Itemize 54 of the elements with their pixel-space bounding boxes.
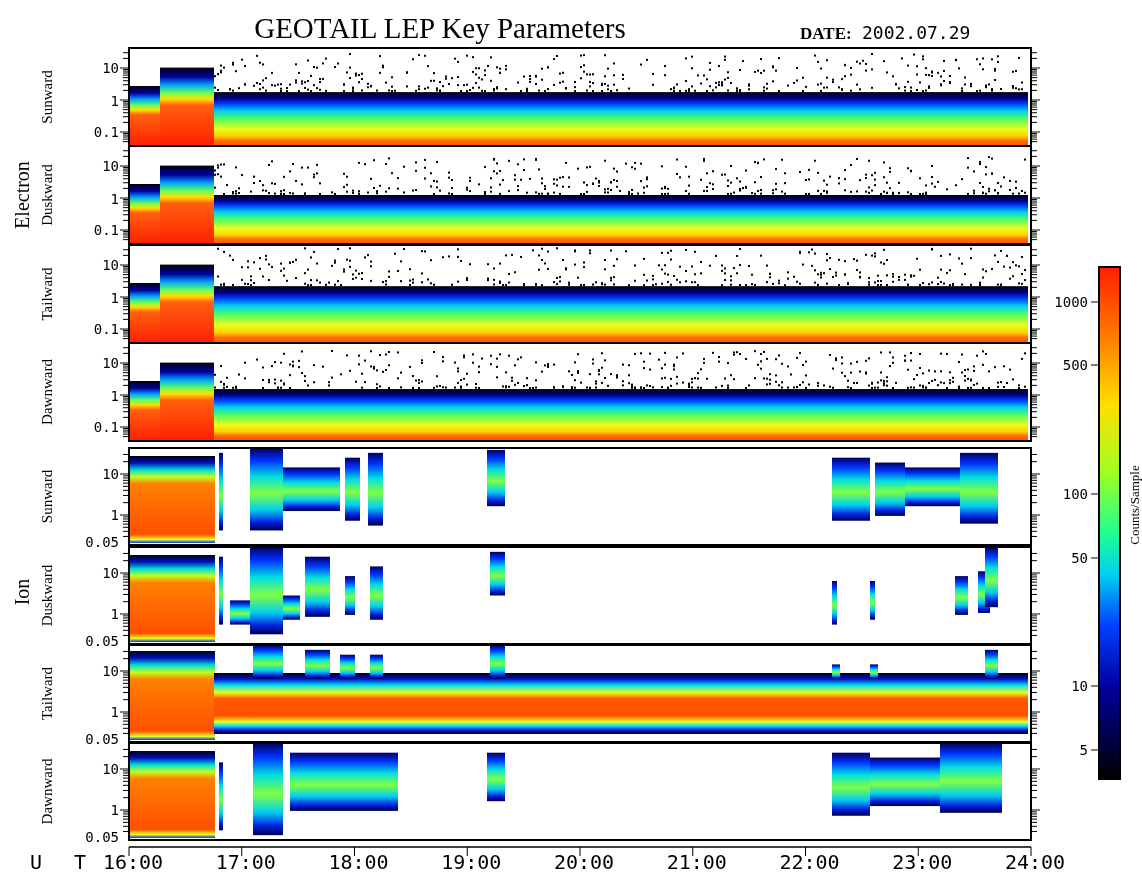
- axis-tick-label: 1: [110, 606, 119, 622]
- date-label: DATE:: [800, 24, 852, 43]
- axis-tick-label: 0.05: [85, 534, 119, 550]
- axis-tick-label: 10: [102, 158, 119, 174]
- axis-tick-label: 10: [102, 663, 119, 679]
- axis-tick-label: 1: [110, 290, 119, 306]
- colorbar-tick-label: 100: [1062, 486, 1088, 502]
- axis-tick-label: 0.05: [85, 731, 119, 747]
- panel-label: Dawnward: [39, 359, 55, 425]
- axis-tick-label: 23:00: [892, 850, 953, 874]
- axis-tick-label: 0.1: [93, 124, 119, 140]
- axis-tick-label: 10: [102, 257, 119, 273]
- axis-tick-label: 22:00: [779, 850, 840, 874]
- axis-tick-label: 10: [102, 466, 119, 482]
- axis-tick-label: 0.1: [93, 321, 119, 337]
- axis-tick-label: 10: [102, 355, 119, 371]
- axis-tick-label: 10: [102, 60, 119, 76]
- group-label: Electron: [11, 161, 33, 229]
- axis-tick-label: 1: [110, 704, 119, 720]
- group-label: Ion: [11, 578, 33, 606]
- panel-label: Sunward: [39, 70, 55, 124]
- axis-tick-label: 10: [102, 565, 119, 581]
- axis-title: U T: [30, 850, 97, 874]
- axis-tick-label: 0.1: [93, 419, 119, 435]
- panel-label: Duskward: [39, 164, 55, 226]
- colorbar-tick-label: 5: [1079, 742, 1088, 758]
- axis-tick-label: 1: [110, 93, 119, 109]
- colorbar-tick-label: 1000: [1054, 294, 1088, 310]
- colorbar-title: Counts/Sample: [1127, 465, 1142, 545]
- colorbar-tick-label: 10: [1071, 678, 1088, 694]
- axis-tick-label: 1: [110, 191, 119, 207]
- panel-label: Duskward: [39, 564, 55, 627]
- axis-tick-label: 17:00: [215, 850, 276, 874]
- panel-label: Tailward: [39, 666, 55, 721]
- colorbar-tick-label: 500: [1062, 357, 1088, 373]
- date-value: 2002.07.29: [862, 22, 971, 43]
- axis-tick-label: 10: [102, 761, 119, 777]
- axis-tick-label: 1: [110, 388, 119, 404]
- chart-title: GEOTAIL LEP Key Parameters: [254, 12, 626, 44]
- axis-tick-label: 0.1: [93, 222, 119, 238]
- axis-tick-label: 19:00: [441, 850, 502, 874]
- axis-tick-label: 0.05: [85, 633, 119, 649]
- axis-tick-label: 16:00: [102, 850, 164, 874]
- axis-tick-label: 24:00: [1004, 850, 1066, 874]
- panel-label: Tailward: [39, 267, 55, 321]
- axis-tick-label: 0.05: [85, 829, 119, 845]
- panel-label: Dawnward: [39, 758, 55, 825]
- panel-label: Sunward: [39, 469, 55, 524]
- axis-tick-label: 1: [110, 802, 119, 818]
- axis-tick-label: 20:00: [553, 850, 615, 874]
- axis-tick-label: 21:00: [666, 850, 727, 874]
- axis-tick-label: 18:00: [328, 850, 389, 874]
- colorbar-tick-label: 50: [1071, 550, 1088, 566]
- axis-tick-label: 1: [110, 507, 119, 523]
